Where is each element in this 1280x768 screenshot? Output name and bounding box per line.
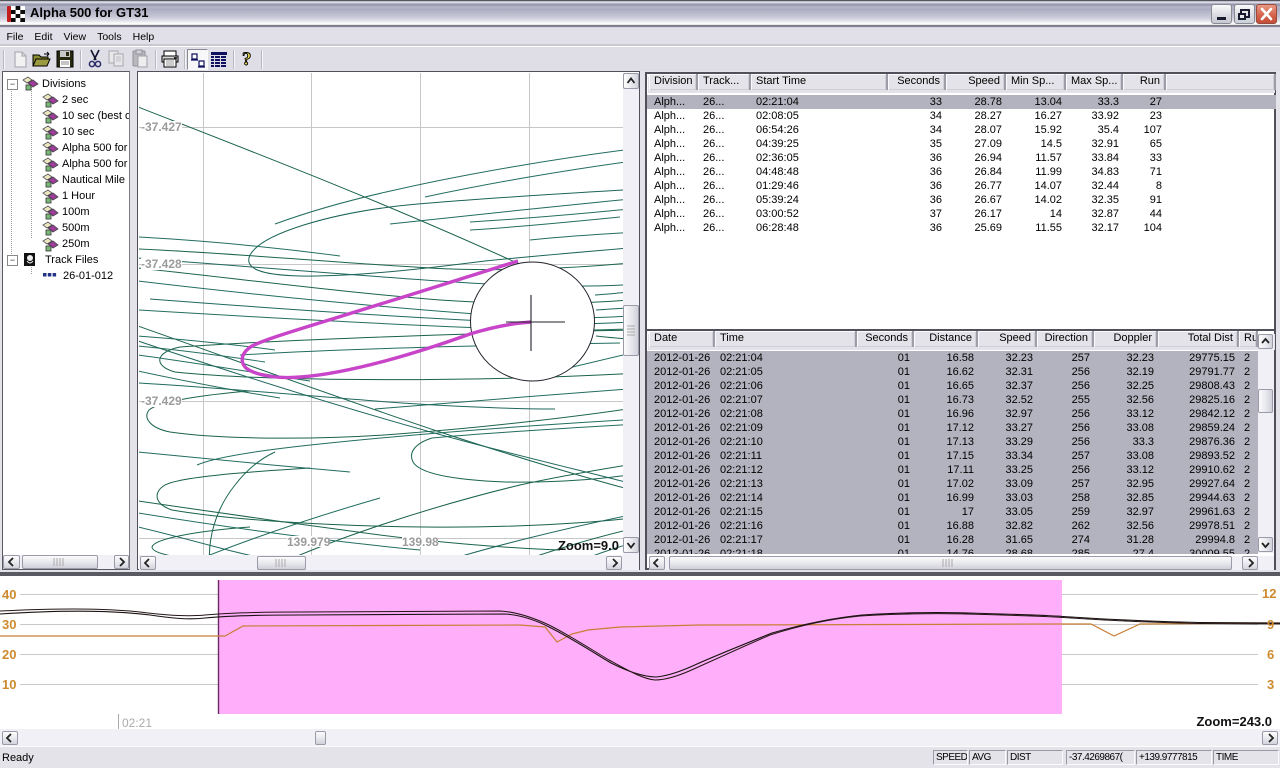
- svg-text:-37.429: -37.429: [141, 394, 182, 408]
- svg-text:40: 40: [2, 587, 16, 602]
- svg-text:20: 20: [2, 647, 16, 662]
- svg-text:02:21: 02:21: [122, 716, 152, 730]
- svg-text:-37.428: -37.428: [141, 257, 182, 271]
- svg-text:3: 3: [1267, 677, 1274, 692]
- svg-text:Zoom=9.0: Zoom=9.0: [558, 538, 619, 553]
- svg-text:?: ?: [242, 49, 252, 70]
- svg-text:9: 9: [1267, 617, 1274, 632]
- svg-text:12: 12: [1262, 586, 1276, 601]
- svg-text:30: 30: [2, 617, 16, 632]
- svg-text:-37.427: -37.427: [141, 120, 182, 134]
- svg-text:Zoom=243.0: Zoom=243.0: [1196, 714, 1272, 729]
- svg-text:139.979: 139.979: [287, 535, 331, 549]
- svg-text:139.98: 139.98: [402, 535, 439, 549]
- svg-text:10: 10: [2, 677, 16, 692]
- svg-text:6: 6: [1267, 647, 1274, 662]
